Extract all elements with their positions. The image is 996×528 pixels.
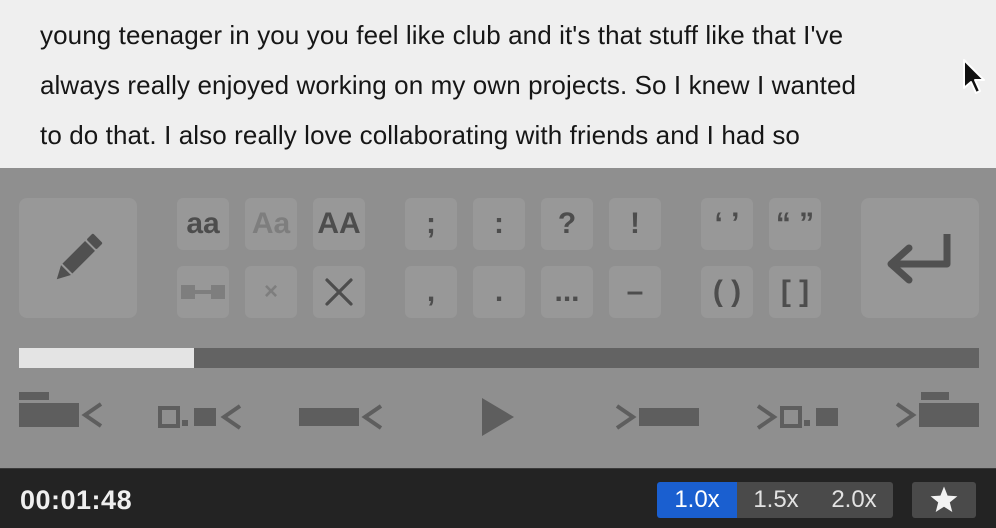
delete-small-label: × (263, 278, 278, 305)
colon-button[interactable]: : (473, 198, 525, 250)
uppercase-button[interactable]: AA (313, 198, 365, 250)
previous-word-icon (299, 404, 383, 430)
play-button[interactable] (481, 397, 515, 437)
semicolon-button[interactable]: ; (405, 198, 457, 250)
star-icon (930, 486, 958, 512)
previous-sentence-icon (158, 404, 242, 430)
speed-label: 2.0x (831, 486, 877, 513)
speed-label: 1.5x (753, 486, 799, 513)
single-quotes-label: ‘ ’ (714, 207, 740, 240)
next-word-button[interactable] (615, 404, 699, 430)
period-label: . (494, 275, 504, 308)
mouse-pointer-icon (963, 59, 985, 94)
progress-fill (19, 348, 194, 368)
question-mark-button[interactable]: ? (541, 198, 593, 250)
enter-button[interactable] (861, 198, 979, 318)
brackets-label: [ ] (780, 275, 810, 308)
previous-section-icon (19, 392, 103, 428)
transcript-line: young teenager in you you feel like club… (40, 20, 844, 50)
ellipsis-label: ... (554, 275, 580, 308)
double-quotes-label: “ ” (775, 207, 815, 240)
titlecase-label: Aa (251, 207, 291, 240)
playback-time: 00:01:48 (20, 485, 133, 515)
delete-button[interactable] (313, 266, 365, 318)
comma-label: , (426, 275, 436, 308)
return-arrow-icon (887, 234, 951, 284)
dash-button[interactable]: – (609, 266, 661, 318)
speed-label: 1.0x (674, 486, 720, 513)
exclamation-button[interactable]: ! (609, 198, 661, 250)
speed-option-1-5x[interactable]: 1.5x (737, 482, 815, 518)
speed-option-1x[interactable]: 1.0x (657, 482, 737, 518)
previous-sentence-button[interactable] (158, 404, 242, 430)
editing-toolbar: aa Aa AA × ; : ? ! , . ... – ‘ ’ “ ” ()… (0, 168, 996, 468)
single-quotes-button[interactable]: ‘ ’ (701, 198, 753, 250)
period-button[interactable]: . (473, 266, 525, 318)
next-sentence-button[interactable] (756, 404, 840, 430)
status-bar: 00:01:48 1.0x 1.5x 2.0x (0, 468, 996, 528)
next-sentence-icon (756, 404, 838, 430)
lowercase-button[interactable]: aa (177, 198, 229, 250)
question-mark-label: ? (557, 207, 577, 240)
merge-icon (181, 285, 225, 299)
lowercase-label: aa (186, 207, 220, 240)
delete-word-button[interactable]: × (245, 266, 297, 318)
pencil-icon (56, 233, 103, 280)
next-section-icon (895, 392, 979, 428)
uppercase-label: AA (317, 207, 361, 240)
semicolon-label: ; (426, 207, 436, 240)
previous-section-button[interactable] (19, 390, 103, 428)
merge-button[interactable] (177, 266, 229, 318)
favorite-button[interactable] (912, 482, 976, 518)
transcript-line: always really enjoyed working on my own … (40, 70, 857, 100)
exclamation-label: ! (630, 207, 640, 240)
transcript-text-area[interactable]: young teenager in you you feel like club… (0, 0, 996, 168)
edit-button[interactable] (19, 198, 137, 318)
titlecase-button[interactable]: Aa (245, 198, 297, 250)
x-icon (325, 278, 353, 306)
previous-word-button[interactable] (299, 404, 383, 430)
play-icon (482, 398, 514, 436)
comma-button[interactable]: , (405, 266, 457, 318)
next-word-icon (615, 404, 699, 430)
next-section-button[interactable] (895, 390, 979, 428)
parentheses-label: ( ) (712, 275, 742, 308)
speed-option-2x[interactable]: 2.0x (815, 482, 893, 518)
brackets-button[interactable]: [ ] (769, 266, 821, 318)
colon-label: : (494, 207, 504, 240)
dash-label: – (626, 275, 644, 308)
parentheses-button[interactable]: ( ) (701, 266, 753, 318)
double-quotes-button[interactable]: “ ” (769, 198, 821, 250)
ellipsis-button[interactable]: ... (541, 266, 593, 318)
progress-bar[interactable] (19, 348, 979, 368)
playback-speed-selector: 1.0x 1.5x 2.0x (657, 482, 893, 518)
transcript-line: to do that. I also really love collabora… (40, 120, 800, 150)
